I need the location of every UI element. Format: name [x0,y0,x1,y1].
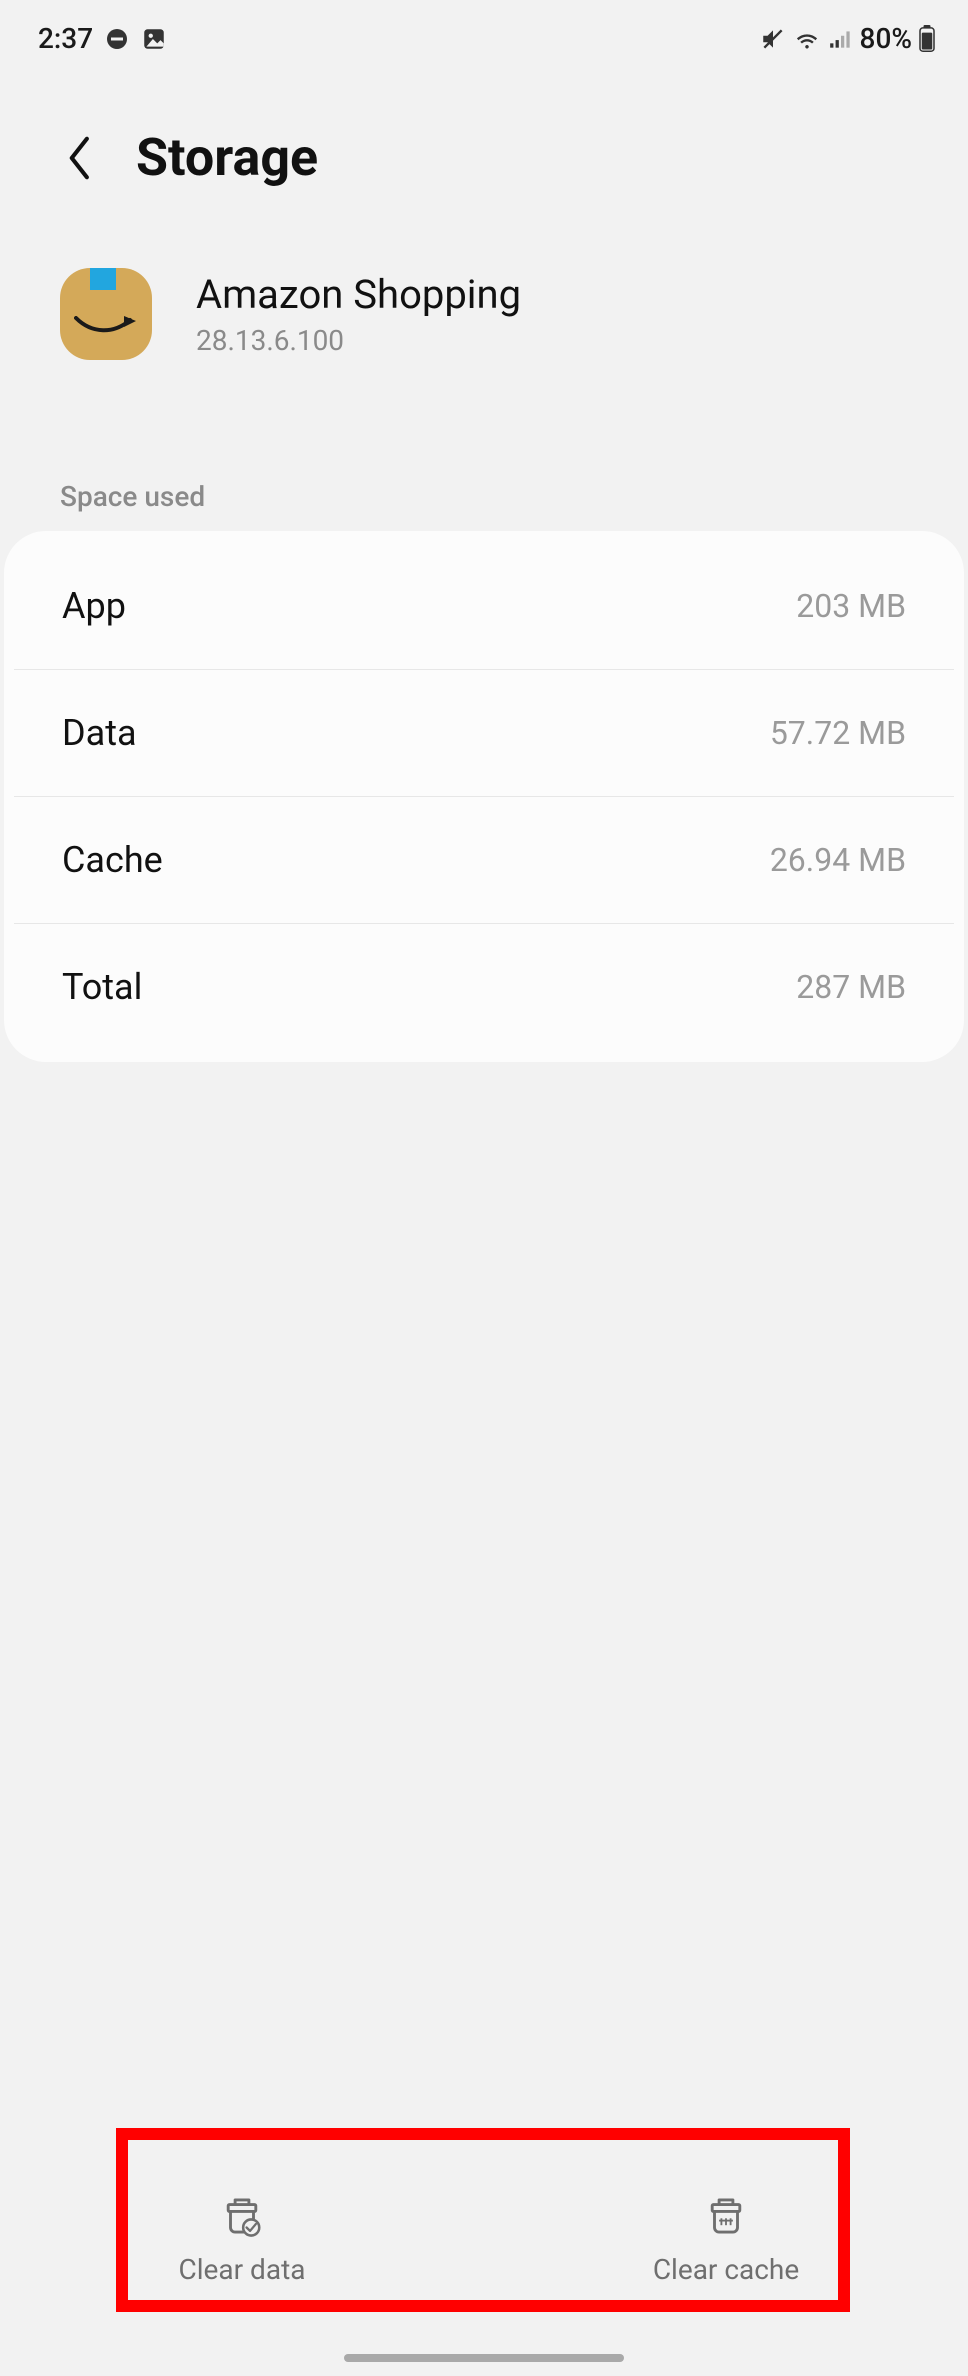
battery-icon [918,25,936,53]
app-info-row: Amazon Shopping 28.13.6.100 [0,208,968,390]
row-label: Data [62,712,137,754]
status-left: 2:37 [38,22,167,55]
app-version: 28.13.6.100 [196,324,521,357]
amazon-smile-icon [74,316,138,336]
clear-cache-label: Clear cache [653,2253,799,2286]
row-label: Cache [62,839,163,881]
row-cache: Cache 26.94 MB [14,796,954,923]
page-title: Storage [136,127,318,188]
row-total: Total 287 MB [14,923,954,1062]
clear-data-button[interactable]: Clear data [0,2163,484,2316]
app-name: Amazon Shopping [196,271,521,318]
row-label: App [62,585,126,627]
battery-text: 80% [860,22,912,55]
clear-cache-icon [703,2193,749,2239]
clear-data-icon [219,2193,265,2239]
signal-icon [828,28,854,50]
row-value: 26.94 MB [770,841,906,879]
image-icon [141,26,167,52]
row-value: 203 MB [796,587,906,625]
status-right: 80% [760,22,936,55]
chevron-left-icon [66,136,94,180]
clear-cache-button[interactable]: Clear cache [484,2163,968,2316]
wifi-icon [792,27,822,51]
section-label: Space used [0,390,968,531]
row-data: Data 57.72 MB [14,669,954,796]
row-value: 287 MB [796,968,906,1006]
storage-card: App 203 MB Data 57.72 MB Cache 26.94 MB … [4,531,964,1062]
app-meta: Amazon Shopping 28.13.6.100 [196,271,521,357]
clear-data-label: Clear data [179,2253,306,2286]
page-header: Storage [0,67,968,208]
mute-icon [760,26,786,52]
status-time: 2:37 [38,22,93,55]
bottom-action-bar: Clear data Clear cache [0,2163,968,2316]
row-value: 57.72 MB [770,714,906,752]
back-button[interactable] [60,138,100,178]
row-app: App 203 MB [4,531,964,669]
dnd-icon [105,27,129,51]
app-icon [60,268,152,360]
navigation-handle[interactable] [344,2354,624,2362]
row-label: Total [62,966,142,1008]
status-bar: 2:37 80% [0,0,968,67]
